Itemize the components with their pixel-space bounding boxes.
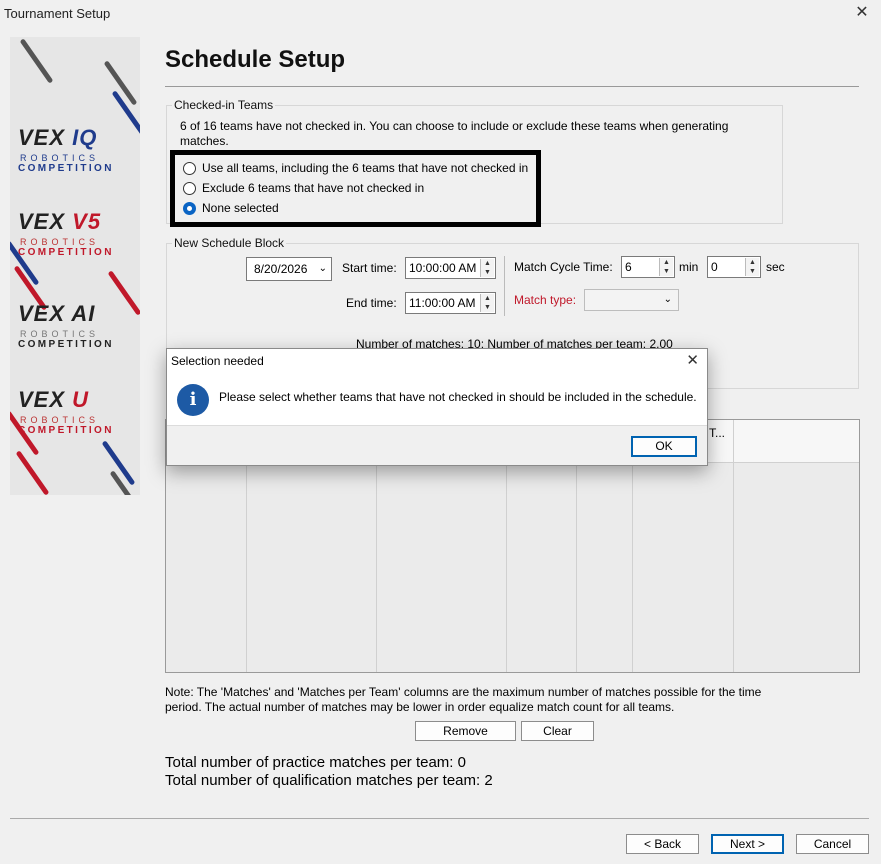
footer-divider xyxy=(10,818,869,819)
end-time-spinner[interactable]: ▲ ▼ xyxy=(480,294,494,312)
sidebar-logos: VEX IQ ROBOTICS COMPETITION VEX V5 ROBOT… xyxy=(10,37,140,495)
radio-button-checked[interactable] xyxy=(183,201,196,215)
back-button[interactable]: < Back xyxy=(626,834,699,854)
cancel-button[interactable]: Cancel xyxy=(796,834,869,854)
chevron-down-icon[interactable]: ⌄ xyxy=(664,290,672,310)
match-cycle-label: Match Cycle Time: xyxy=(514,260,613,274)
practice-matches-total: Total number of practice matches per tea… xyxy=(165,754,466,771)
end-time-field[interactable]: 11:00:00 AM ▲ ▼ xyxy=(405,292,496,314)
clear-button[interactable]: Clear xyxy=(521,721,594,741)
start-time-value: 10:00:00 AM xyxy=(409,261,477,275)
cycle-minutes-spinner[interactable]: ▲ ▼ xyxy=(659,258,673,276)
cycle-seconds-spinner[interactable]: ▲ ▼ xyxy=(745,258,759,276)
vertical-divider xyxy=(504,256,505,316)
checked-in-description: 6 of 16 teams have not checked in. You c… xyxy=(180,119,729,148)
vex-v5-logo: VEX V5 ROBOTICS COMPETITION xyxy=(18,209,114,258)
stripe-decoration xyxy=(15,450,50,495)
date-value: 8/20/2026 xyxy=(254,262,308,276)
date-picker[interactable]: 8/20/2026 ⌄ xyxy=(246,257,332,281)
cycle-seconds-field[interactable]: 0 ▲ ▼ xyxy=(707,256,761,278)
remove-button[interactable]: Remove xyxy=(415,721,516,741)
totals: Total number of practice matches per tea… xyxy=(165,754,493,790)
cycle-minutes-field[interactable]: 6 ▲ ▼ xyxy=(621,256,675,278)
radio-use-all-teams[interactable]: Use all teams, including the 6 teams tha… xyxy=(183,158,528,178)
radio-none-selected[interactable]: None selected xyxy=(183,198,528,218)
radio-label: Exclude 6 teams that have not checked in xyxy=(202,181,425,195)
radio-label: None selected xyxy=(202,201,279,215)
dialog-title: Selection needed xyxy=(171,354,264,368)
vex-iq-logo: VEX IQ ROBOTICS COMPETITION xyxy=(18,125,114,174)
radio-button[interactable] xyxy=(183,161,196,175)
cycle-minutes-value: 6 xyxy=(625,260,632,274)
qualification-matches-total: Total number of qualification matches pe… xyxy=(165,772,493,789)
chevron-down-icon[interactable]: ⌄ xyxy=(319,258,327,280)
start-time-spinner[interactable]: ▲ ▼ xyxy=(480,259,494,277)
vex-u-logo: VEX U ROBOTICS COMPETITION xyxy=(18,387,114,436)
ok-button[interactable]: OK xyxy=(631,436,697,457)
start-time-label: Start time: xyxy=(342,261,397,275)
match-type-dropdown[interactable]: ⌄ xyxy=(584,289,679,311)
title-bar: Tournament Setup ✕ xyxy=(0,0,881,28)
stripe-decoration xyxy=(19,38,54,84)
match-type-label: Match type: xyxy=(514,293,577,307)
minutes-unit-label: min xyxy=(679,260,699,274)
seconds-unit-label: sec xyxy=(766,260,785,274)
page-title: Schedule Setup xyxy=(165,46,346,73)
radio-button[interactable] xyxy=(183,181,196,195)
schedule-block-group-label: New Schedule Block xyxy=(172,236,287,250)
grid-column-divider xyxy=(733,420,734,672)
grid-column-header[interactable]: T... xyxy=(709,426,725,440)
dialog-message: Please select whether teams that have no… xyxy=(219,390,697,404)
end-time-label: End time: xyxy=(346,296,397,310)
dialog-footer: OK xyxy=(167,425,707,465)
radio-exclude-teams[interactable]: Exclude 6 teams that have not checked in xyxy=(183,178,528,198)
end-time-value: 11:00:00 AM xyxy=(409,296,476,310)
info-icon: i xyxy=(177,384,209,416)
note-text: Note: The 'Matches' and 'Matches per Tea… xyxy=(165,685,762,714)
close-icon[interactable]: ✕ xyxy=(686,351,699,369)
selection-needed-dialog: Selection needed ✕ i Please select wheth… xyxy=(166,348,708,466)
next-button[interactable]: Next > xyxy=(711,834,784,854)
start-time-field[interactable]: 10:00:00 AM ▲ ▼ xyxy=(405,257,496,279)
cycle-seconds-value: 0 xyxy=(711,260,718,274)
radio-highlight-frame: Use all teams, including the 6 teams tha… xyxy=(170,150,541,227)
checked-in-group-label: Checked-in Teams xyxy=(172,98,276,112)
title-divider xyxy=(165,86,859,87)
vex-ai-logo: VEX AI ROBOTICS COMPETITION xyxy=(18,301,114,350)
window-title: Tournament Setup xyxy=(4,6,111,21)
close-icon[interactable]: ✕ xyxy=(851,3,873,25)
radio-label: Use all teams, including the 6 teams tha… xyxy=(202,161,529,175)
